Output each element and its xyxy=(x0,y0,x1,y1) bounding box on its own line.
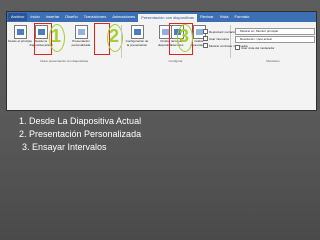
checkbox-box[interactable] xyxy=(203,29,208,34)
custom-show-button[interactable]: Presentación personalizada xyxy=(69,25,93,47)
tab-inicio[interactable]: Inicio xyxy=(27,13,42,21)
list-item: 1. Desde La Diapositiva Actual xyxy=(19,116,142,126)
ribbon-body: Desde el principio Desde la diapositiva … xyxy=(7,22,316,110)
step-marker-3: 3 xyxy=(178,26,189,46)
tab-vista[interactable]: Vista xyxy=(217,13,232,21)
step-marker-1: 1 xyxy=(50,26,61,46)
setup-icon xyxy=(130,25,144,39)
ribbon-screenshot: Archivo Inicio Insertar Diseño Transicio… xyxy=(6,11,317,111)
checkbox-presenter-view[interactable]: Usar vista del moderador xyxy=(235,45,275,50)
tab-revisar[interactable]: Revisar xyxy=(197,13,217,21)
group-label-setup: Configurar xyxy=(168,59,183,63)
setup-show-button[interactable]: Configuración de la presentación xyxy=(125,25,149,47)
checkbox-use-timings[interactable]: Usar intervalos xyxy=(203,36,229,41)
ribbon-group-labels: Iniciar presentación con diapositivas Co… xyxy=(7,59,316,64)
monitor-dropdown[interactable]: Mostrar en: Monitor principal xyxy=(235,28,315,35)
list-item: 3. Ensayar Intervalos xyxy=(22,142,107,152)
tab-archivo[interactable]: Archivo xyxy=(8,13,28,21)
group-label-monitors: Monitores xyxy=(266,59,280,63)
checkbox-box[interactable] xyxy=(203,36,208,41)
tab-animaciones[interactable]: Animaciones xyxy=(109,13,138,21)
command-label: Presentación personalizada xyxy=(71,39,91,47)
ribbon-menu-bar: Archivo Inicio Insertar Diseño Transicio… xyxy=(7,12,316,22)
group-label-start: Iniciar presentación con diapositivas xyxy=(39,59,89,63)
group-divider xyxy=(121,25,122,58)
tab-insertar[interactable]: Insertar xyxy=(43,13,63,21)
tab-formato[interactable]: Formato xyxy=(231,13,252,21)
checkbox-box[interactable] xyxy=(203,43,208,48)
list-item: 2. Presentación Personalizada xyxy=(19,129,142,139)
command-label: Configuración de la presentación xyxy=(125,39,149,47)
checkbox-box[interactable] xyxy=(235,45,240,50)
checkbox-label: Usar vista del moderador xyxy=(241,45,275,50)
resolution-dropdown[interactable]: Resolución: Usar actual xyxy=(235,36,315,43)
checkbox-label: Usar intervalos xyxy=(209,36,230,41)
slides-icon xyxy=(74,25,88,39)
tab-presentacion[interactable]: Presentación con diapositivas xyxy=(138,14,198,22)
tab-diseno[interactable]: Diseño xyxy=(62,13,80,21)
step-marker-2: 2 xyxy=(108,26,119,46)
slideshow-icon xyxy=(13,25,27,39)
tab-transiciones[interactable]: Transiciones xyxy=(81,13,110,21)
